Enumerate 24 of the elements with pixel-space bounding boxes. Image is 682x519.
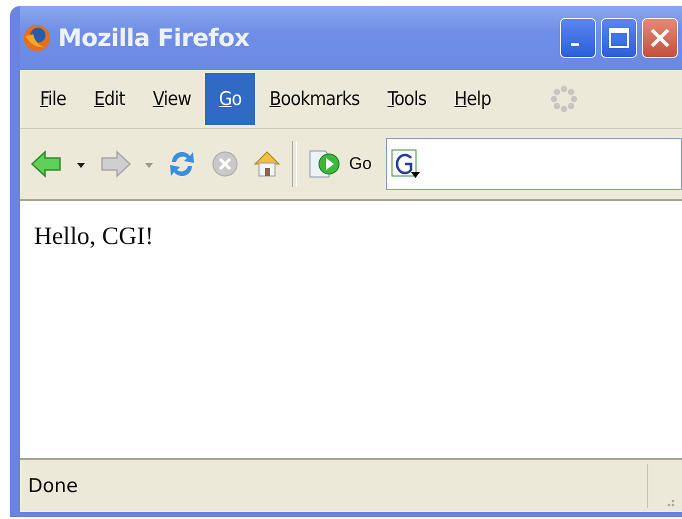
globe-fox-icon [22,23,52,53]
menu-item[interactable]: Go [204,73,256,125]
page-play-icon [307,148,341,180]
menu-item[interactable]: Bookmarks [255,73,374,125]
minimize-icon [571,42,579,46]
close-button[interactable] [642,18,678,58]
throbber-icon [548,84,579,114]
google-g-icon [390,149,421,179]
maximize-button[interactable] [601,18,637,58]
caret-icon [144,160,154,168]
menu-item[interactable]: View [138,73,205,125]
go-button[interactable]: Go [303,146,376,182]
minimize-button[interactable] [560,18,596,58]
search-field[interactable] [386,138,682,190]
maximize-icon [608,27,630,49]
page-text: Hello, CGI! [34,223,154,251]
window-title: Mozilla Firefox [58,24,250,52]
status-text: Done [28,475,78,497]
menu-item[interactable]: Edit [80,73,139,125]
close-icon [649,27,671,49]
menu-item[interactable]: Help [440,73,505,125]
caret-icon [76,160,86,168]
menu-item[interactable]: File [26,73,80,125]
menu-item[interactable]: Tools [374,73,440,125]
